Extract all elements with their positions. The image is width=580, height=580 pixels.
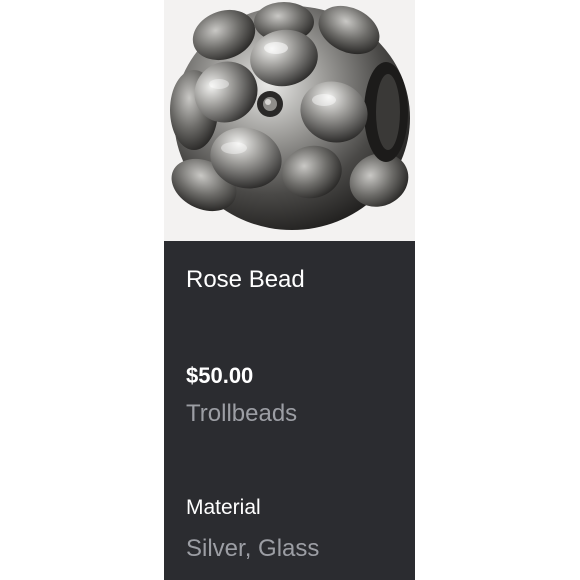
product-name[interactable]: Rose Bead <box>186 266 305 294</box>
product-card[interactable]: Rose Bead $50.00 Trollbeads Material Sil… <box>164 0 415 580</box>
product-image[interactable] <box>164 0 415 241</box>
material-label: Material <box>186 496 261 519</box>
product-price: $50.00 <box>186 363 254 388</box>
rose-bead-photo <box>170 2 410 230</box>
material-value: Silver, Glass <box>186 535 320 562</box>
product-brand[interactable]: Trollbeads <box>186 400 297 428</box>
